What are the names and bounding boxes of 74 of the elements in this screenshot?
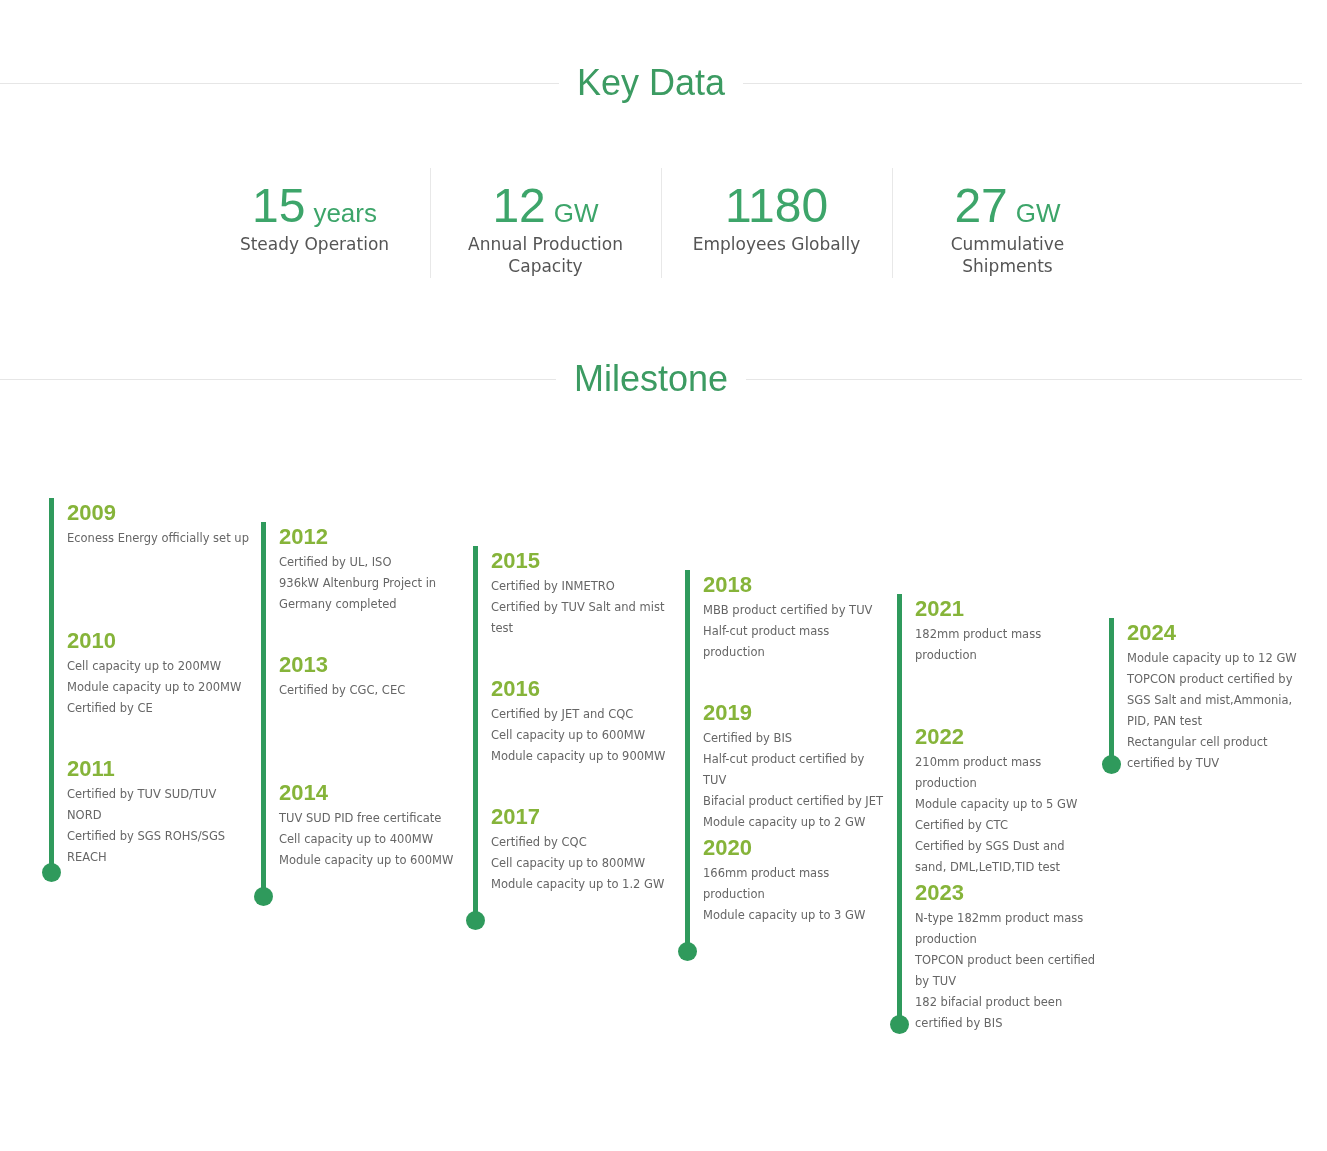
milestone-text: Certified by CQC [491,834,588,851]
stat-value: 1180 [724,178,829,233]
stat-value: 27 [954,178,1008,233]
stat-value: 15 [252,178,306,233]
milestone-text: Certified by CGC, CEC [279,682,407,699]
milestone-year: 2009 [67,499,117,527]
stat-label: Steady Operation [238,233,391,255]
milestone-text: Half-cut product mass production [703,623,831,661]
stat-label: Employees Globally [691,233,862,255]
stat-unit: GW [1015,198,1061,229]
milestone-text: 210mm product mass production [915,754,1043,792]
timeline-dot [1101,755,1121,774]
milestone-year: 2024 [1127,619,1177,647]
milestone-text: Module capacity up to 600MW [279,852,455,869]
milestone-text: Bifacial product certified by JET [703,793,885,810]
milestone-year: 2023 [915,879,965,907]
milestone-text: Certified by SGS ROHS/SGS REACH [67,828,227,866]
timeline-dot [677,942,697,961]
milestone-text: N-type 182mm product mass production [915,910,1085,948]
milestone-year: 2016 [491,675,541,703]
timeline-dot [889,1015,909,1034]
milestone-year: 2018 [703,571,753,599]
milestone-text: Module capacity up to 200MW [67,679,243,696]
milestone-text: TOPCON product certified by SGS Salt and mist,Ammonia, PID, PAN test [1127,671,1294,730]
milestone-text: 166mm product mass production [703,865,831,903]
timeline-dot [465,911,485,930]
stat-unit: years [313,198,377,229]
milestone-year: 2011 [67,755,116,783]
milestone-year: 2017 [491,803,541,831]
milestone-text: Rectangular cell product certified by TUV [1127,734,1269,772]
milestone-text: TOPCON product been certified by TUV [915,952,1097,990]
milestone-text: Certified by TUV SUD/TUV NORD [67,786,218,824]
milestone-year: 2013 [279,651,329,679]
milestone-text: Certified by BIS [703,730,794,747]
milestone-text: Module capacity up to 2 GW [703,814,867,831]
milestone-text: Certified by CTC [915,817,1009,834]
section-title: Milestone [573,358,729,400]
milestone-text: Module capacity up to 3 GW [703,907,867,924]
milestone-year: 2010 [67,627,117,655]
timeline-dot [253,887,273,906]
milestone-text: 182mm product mass production [915,626,1043,664]
milestone-text: Certified by INMETRO [491,578,616,595]
milestone-year: 2015 [491,547,541,575]
milestone-text: Econess Energy officially set up [67,530,249,547]
milestone-text: Module capacity up to 12 GW [1127,650,1298,667]
milestone-text: 936kW Altenburg Project in Germany completed [279,575,438,613]
milestone-text: Certified by TUV Salt and mist test [491,599,666,637]
milestone-text: Certified by UL, ISO [279,554,393,571]
milestone-text: 182 bifacial product been certified by BIS [915,994,1064,1032]
milestone-text: Half-cut product certified by TUV [703,751,866,789]
milestone-year: 2014 [279,779,329,807]
milestone-year: 2019 [703,699,753,727]
milestone-year: 2020 [703,834,753,862]
milestone-text: Cell capacity up to 200MW [67,658,223,675]
milestone-text: Certified by CE [67,700,154,717]
milestone-year: 2022 [915,723,965,751]
milestone-text: TUV SUD PID free certificate [279,810,443,827]
milestone-text: Cell capacity up to 600MW [491,727,647,744]
section-title: Key Data [576,62,726,104]
milestone-text: Cell capacity up to 400MW [279,831,435,848]
timeline-dot [41,863,61,882]
milestone-text: Module capacity up to 5 GW [915,796,1079,813]
milestone-text: MBB product certified by TUV [703,602,874,619]
stat-unit: GW [553,198,599,229]
milestone-year: 2021 [915,595,965,623]
stat-label: Cummulative Shipments [949,233,1066,277]
milestone-text: Certified by JET and CQC [491,706,635,723]
milestone-text: Module capacity up to 900MW [491,748,667,765]
milestone-text: Cell capacity up to 800MW [491,855,647,872]
milestone-year: 2012 [279,523,329,551]
stat-value: 12 [492,178,546,233]
milestone-text: Certified by SGS Dust and sand, DML,LeTID,TID test [915,838,1066,876]
milestone-text: Module capacity up to 1.2 GW [491,876,666,893]
stat-label: Annual Production Capacity [467,233,624,277]
